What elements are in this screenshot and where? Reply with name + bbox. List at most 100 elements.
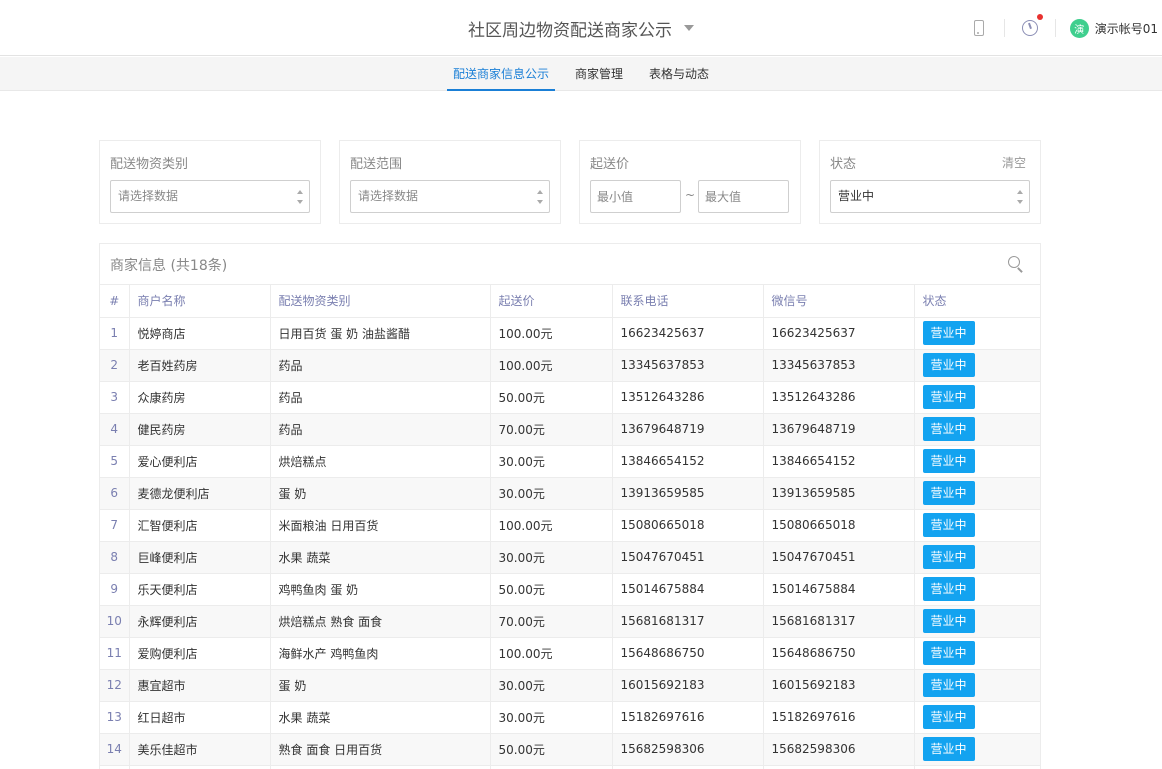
clear-button[interactable]: 清空 — [1002, 154, 1026, 171]
cell-phone — [612, 765, 764, 769]
table-row[interactable]: 13 红日超市 水果 蔬菜 30.00元 15182697616 15182697616 营… — [100, 701, 1040, 734]
page-title: 社区周边物资配送商家公示 — [468, 20, 672, 41]
table-body: 1 悦婷商店 日用百货 蛋 奶 油盐酱醋 100.00元 16623425637 1662… — [100, 317, 1040, 769]
tab-merchant-management[interactable]: 商家管理 — [569, 57, 629, 91]
sort-arrows-icon — [537, 190, 543, 204]
cell-name: 红日超市 — [129, 701, 271, 734]
range-select[interactable]: 请选择数据 — [350, 180, 550, 213]
filter-category: 配送物资类别 请选择数据 — [99, 140, 321, 224]
cell-wechat: 13913659585 — [763, 477, 915, 510]
category-select[interactable]: 请选择数据 — [110, 180, 310, 213]
cell-price: 30.00元 — [490, 445, 613, 478]
status-badge: 营业中 — [922, 737, 975, 761]
cell-wechat: 15182697616 — [763, 701, 915, 734]
cell-name: 爱购便利店 — [129, 637, 271, 670]
sub-nav: 配送商家信息公示 商家管理 表格与动态 — [0, 57, 1162, 91]
cell-wechat: 15014675884 — [763, 573, 915, 606]
tab-merchant-info[interactable]: 配送商家信息公示 — [446, 57, 556, 91]
mobile-button[interactable] — [954, 0, 1004, 56]
top-bar: 社区周边物资配送商家公示 演 演示帐号01 — [0, 0, 1162, 56]
cell-no: 12 — [100, 669, 130, 702]
cell-category: 水果 蔬菜 — [270, 541, 491, 574]
user-name: 演示帐号01 — [1094, 21, 1158, 36]
status-badge: 营业中 — [922, 577, 975, 601]
cell-phone: 15648686750 — [612, 637, 764, 670]
avatar: 演 — [1069, 18, 1089, 38]
table-row[interactable]: 5 爱心便利店 烘焙糕点 30.00元 13846654152 13846654152 营业… — [100, 445, 1040, 478]
cell-category: 药品 — [270, 349, 491, 382]
cell-name: 众康药房 — [129, 381, 271, 414]
column-header: 起送价 — [490, 285, 613, 318]
status-badge: 营业中 — [922, 545, 975, 569]
table-row[interactable]: 10 永辉便利店 烘焙糕点 熟食 面食 70.00元 15681681317 156816… — [100, 605, 1040, 638]
status-badge: 营业中 — [922, 641, 975, 665]
cell-category: 药品 — [270, 381, 491, 414]
table-row[interactable]: 12 惠宜超市蛋 奶 30.00元 16015692183 16015692183 营业中 — [100, 669, 1040, 702]
cell-no: 8 — [100, 541, 130, 574]
status-badge: 营业中 — [922, 449, 975, 473]
cell-name: 乐天便利店 — [129, 573, 271, 606]
cell-wechat: 15681681317 — [763, 605, 915, 638]
cell-price: 100.00元 — [490, 637, 613, 670]
table-row[interactable]: 7 汇智便利店 米面粮油 日用百货 100.00元 15080665018 1508066… — [100, 509, 1040, 542]
cell-price: 30.00元 — [490, 477, 613, 510]
cell-wechat: 15047670451 — [763, 541, 915, 574]
search-icon[interactable] — [1008, 256, 1024, 272]
status-badge: 营业中 — [922, 353, 975, 377]
tab-tables-and-updates[interactable]: 表格与动态 — [643, 57, 715, 91]
cell-name: 汇智便利店 — [129, 509, 271, 542]
cell-no: 2 — [100, 349, 130, 382]
status-badge: 营业中 — [922, 513, 975, 537]
notification-button[interactable] — [1005, 0, 1055, 56]
table-row[interactable]: 15 营业中 — [100, 765, 1040, 769]
user-menu[interactable]: 演 演示帐号01 — [1056, 0, 1158, 56]
max-price-input[interactable] — [698, 180, 789, 213]
cell-price: 50.00元 — [490, 733, 613, 766]
table-row[interactable]: 8 巨峰便利店 水果 蔬菜 30.00元 15047670451 15047670451 营… — [100, 541, 1040, 574]
cell-name: 爱心便利店 — [129, 445, 271, 478]
table-row[interactable]: 3 众康药房 药品 50.00元 13512643286 13512643286 营业中 — [100, 381, 1040, 414]
cell-wechat: 15648686750 — [763, 637, 915, 670]
cell-no: 14 — [100, 733, 130, 766]
table-row[interactable]: 6 麦德龙便利店蛋 奶 30.00元 13913659585 13913659585 营业… — [100, 477, 1040, 510]
cell-no: 3 — [100, 381, 130, 414]
cell-price: 70.00元 — [490, 605, 613, 638]
cell-category: 蛋 奶 — [270, 669, 491, 702]
cell-price: 100.00元 — [490, 317, 613, 350]
cell-price: 30.00元 — [490, 669, 613, 702]
filter-label: 起送价 — [590, 157, 630, 172]
status-cell: 营业中 — [914, 765, 1040, 769]
status-cell: 营业中 — [914, 317, 1040, 350]
cell-category: 药品 — [270, 413, 491, 446]
cell-category: 烘焙糕点 熟食 面食 — [270, 605, 491, 638]
table-row[interactable]: 9 乐天便利店 鸡鸭鱼肉 蛋 奶 50.00元 15014675884 150146758… — [100, 573, 1040, 606]
cell-phone: 13913659585 — [612, 477, 764, 510]
status-select[interactable]: 营业中 — [830, 180, 1030, 213]
cell-category: 熟食 面食 日用百货 — [270, 733, 491, 766]
status-badge: 营业中 — [922, 673, 975, 697]
cell-no: 4 — [100, 413, 130, 446]
min-price-input[interactable] — [590, 180, 681, 213]
table-row[interactable]: 11 爱购便利店 海鲜水产 鸡鸭鱼肉 100.00元 15648686750 156486… — [100, 637, 1040, 670]
table-row[interactable]: 1 悦婷商店 日用百货 蛋 奶 油盐酱醋 100.00元 16623425637 1662… — [100, 317, 1040, 350]
status-cell: 营业中 — [914, 509, 1040, 542]
cell-name: 惠宜超市 — [129, 669, 271, 702]
cell-phone: 15682598306 — [612, 733, 764, 766]
table-row[interactable]: 2 老百姓药房 药品 100.00元 13345637853 13345637853 营业中 — [100, 349, 1040, 382]
cell-phone: 15681681317 — [612, 605, 764, 638]
cell-no: 15 — [100, 765, 130, 769]
status-cell: 营业中 — [914, 573, 1040, 606]
table-row[interactable]: 14 美乐佳超市 熟食 面食 日用百货 50.00元 15682598306 156825… — [100, 733, 1040, 766]
cell-category: 鸡鸭鱼肉 蛋 奶 — [270, 573, 491, 606]
status-cell: 营业中 — [914, 349, 1040, 382]
status-badge: 营业中 — [922, 481, 975, 505]
cell-name: 老百姓药房 — [129, 349, 271, 382]
cell-wechat: 13345637853 — [763, 349, 915, 382]
cell-no: 11 — [100, 637, 130, 670]
status-badge: 营业中 — [922, 385, 975, 409]
cell-price: 70.00元 — [490, 413, 613, 446]
table-row[interactable]: 4 健民药房 药品 70.00元 13679648719 13679648719 营业中 — [100, 413, 1040, 446]
filter-panel: 配送物资类别 请选择数据 配送范围 请选择数据 起送价 ~ 状态 清空 营业中 — [99, 140, 1041, 224]
cell-category — [270, 765, 491, 769]
cell-wechat: 13512643286 — [763, 381, 915, 414]
